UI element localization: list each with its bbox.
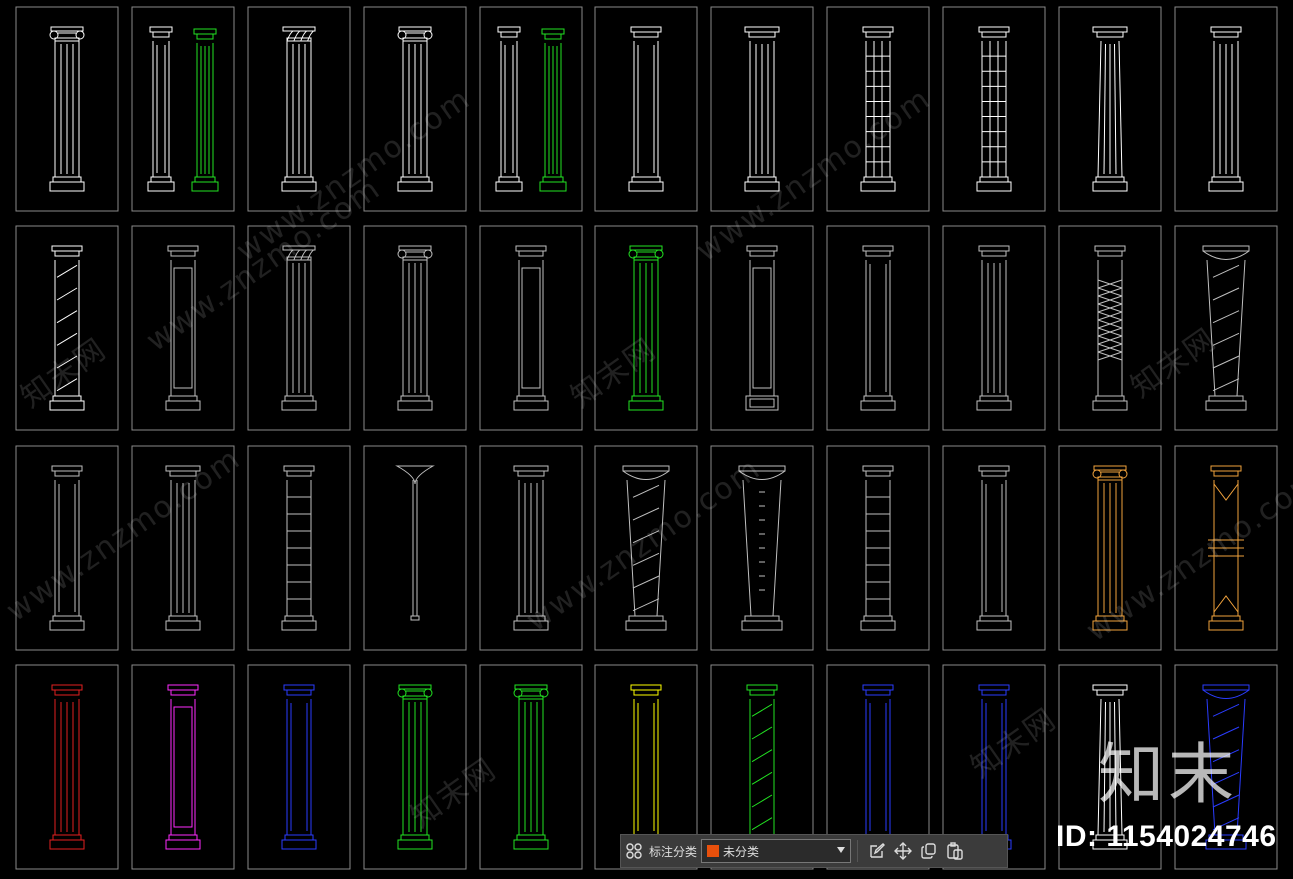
chevron-down-icon [837, 847, 846, 853]
category-select[interactable]: 未分类 [701, 839, 852, 863]
asset-id-label: ID: 1154024746 [1056, 820, 1277, 853]
column-drawing-3-2[interactable] [247, 664, 351, 870]
column-drawing-2-2[interactable] [247, 445, 351, 651]
move-icon[interactable] [890, 838, 916, 864]
column-drawing-3-1[interactable] [131, 664, 235, 870]
column-drawing-0-5[interactable] [594, 6, 698, 212]
column-drawing-0-1[interactable] [131, 6, 235, 212]
category-color-swatch [707, 845, 720, 857]
column-drawing-0-0[interactable] [15, 6, 119, 212]
column-drawing-0-10[interactable] [1174, 6, 1278, 212]
category-select-value: 未分类 [723, 844, 760, 859]
paste-icon[interactable] [942, 838, 968, 864]
copy-icon[interactable] [916, 838, 942, 864]
column-drawing-2-7[interactable] [826, 445, 930, 651]
annotation-toolbar: 标注分类 未分类 [620, 834, 1008, 868]
column-drawing-0-4[interactable] [479, 6, 583, 212]
column-drawing-2-8[interactable] [942, 445, 1046, 651]
toolbar-label: 标注分类 [649, 844, 698, 859]
column-drawing-1-3[interactable] [363, 225, 467, 431]
brand-logo: 知末 [1098, 736, 1238, 813]
column-drawing-2-3[interactable] [363, 445, 467, 651]
grid-icon[interactable] [621, 838, 647, 864]
column-drawing-3-4[interactable] [479, 664, 583, 870]
edit-icon[interactable] [864, 838, 890, 864]
column-drawing-0-9[interactable] [1058, 6, 1162, 212]
column-drawing-0-8[interactable] [942, 6, 1046, 212]
column-drawing-1-5[interactable] [594, 225, 698, 431]
column-drawing-3-0[interactable] [15, 664, 119, 870]
column-drawing-1-8[interactable] [942, 225, 1046, 431]
toolbar-divider [857, 840, 859, 862]
column-drawing-1-4[interactable] [479, 225, 583, 431]
column-drawing-1-7[interactable] [826, 225, 930, 431]
